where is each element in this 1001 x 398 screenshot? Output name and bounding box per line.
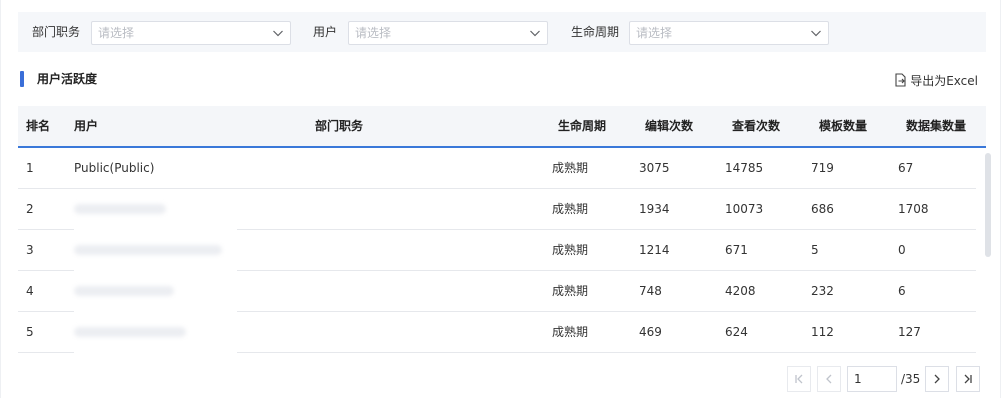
cell-templates: 112 bbox=[811, 325, 834, 339]
cell-rank: 3 bbox=[26, 243, 34, 257]
table-body: 1 Public(Public) 成熟期 3075 14785 719 67 2… bbox=[18, 148, 986, 353]
cell-views: 14785 bbox=[725, 161, 764, 175]
header-lifecycle[interactable]: 生命周期 bbox=[558, 106, 606, 146]
chevron-right-icon bbox=[934, 374, 940, 384]
prev-page-button[interactable] bbox=[817, 366, 841, 392]
table-row[interactable]: 1 Public(Public) 成熟期 3075 14785 719 67 bbox=[18, 148, 976, 189]
header-views[interactable]: 查看次数 bbox=[732, 106, 780, 146]
last-page-button[interactable] bbox=[956, 366, 980, 392]
cell-rank: 2 bbox=[26, 202, 34, 216]
page-total: /35 bbox=[901, 372, 921, 386]
lifecycle-select[interactable]: 请选择 bbox=[629, 21, 829, 45]
table-scrollbar[interactable] bbox=[985, 153, 991, 257]
first-page-icon bbox=[795, 374, 803, 384]
page-number-input[interactable]: 1 bbox=[847, 366, 897, 392]
cell-templates: 719 bbox=[811, 161, 834, 175]
table-header: 排名 用户 部门职务 生命周期 编辑次数 查看次数 模板数量 数据集数量 bbox=[18, 106, 986, 148]
user-select-placeholder: 请选择 bbox=[355, 26, 392, 40]
cell-rank: 5 bbox=[26, 325, 34, 339]
cell-edits: 748 bbox=[639, 284, 662, 298]
cell-templates: 686 bbox=[811, 202, 834, 216]
cell-templates: 232 bbox=[811, 284, 834, 298]
chevron-down-icon bbox=[273, 30, 283, 37]
cell-user-redacted bbox=[74, 312, 237, 353]
dept-select[interactable]: 请选择 bbox=[91, 21, 291, 45]
user-select[interactable]: 请选择 bbox=[348, 21, 548, 45]
chevron-left-icon bbox=[826, 374, 832, 384]
cell-user: Public(Public) bbox=[74, 161, 155, 175]
cell-lifecycle: 成熟期 bbox=[552, 161, 589, 175]
filter-label-lifecycle: 生命周期 bbox=[571, 25, 620, 39]
cell-edits: 3075 bbox=[639, 161, 670, 175]
export-icon bbox=[895, 73, 906, 87]
cell-datasets: 127 bbox=[898, 325, 921, 339]
table-row[interactable]: 5 成熟期 469 624 112 127 bbox=[18, 312, 976, 353]
cell-edits: 1934 bbox=[639, 202, 670, 216]
filter-bar: 部门职务 请选择 用户 请选择 生命周期 请选择 bbox=[18, 12, 986, 52]
dept-select-placeholder: 请选择 bbox=[98, 26, 135, 40]
cell-datasets: 6 bbox=[898, 284, 906, 298]
user-activity-panel: 部门职务 请选择 用户 请选择 生命周期 请选择 用户活跃度 导出为Excel … bbox=[0, 0, 1001, 398]
header-edits[interactable]: 编辑次数 bbox=[645, 106, 693, 146]
activity-table: 排名 用户 部门职务 生命周期 编辑次数 查看次数 模板数量 数据集数量 1 P… bbox=[18, 106, 986, 353]
section-title: 用户活跃度 bbox=[37, 72, 98, 86]
cell-views: 4208 bbox=[725, 284, 756, 298]
chevron-down-icon bbox=[811, 30, 821, 37]
header-user[interactable]: 用户 bbox=[74, 106, 98, 146]
export-excel-button[interactable]: 导出为Excel bbox=[894, 71, 978, 89]
header-dept[interactable]: 部门职务 bbox=[315, 106, 363, 146]
cell-lifecycle: 成熟期 bbox=[552, 325, 589, 339]
cell-edits: 469 bbox=[639, 325, 662, 339]
last-page-icon bbox=[964, 374, 972, 384]
section-accent-bar bbox=[20, 71, 24, 87]
cell-datasets: 1708 bbox=[898, 202, 929, 216]
table-row[interactable]: 2 成熟期 1934 10073 686 1708 bbox=[18, 189, 976, 230]
lifecycle-select-placeholder: 请选择 bbox=[636, 26, 673, 40]
cell-views: 10073 bbox=[725, 202, 764, 216]
cell-edits: 1214 bbox=[639, 243, 670, 257]
export-label: 导出为Excel bbox=[910, 73, 978, 88]
header-datasets[interactable]: 数据集数量 bbox=[906, 106, 966, 146]
cell-datasets: 0 bbox=[898, 243, 906, 257]
cell-rank: 1 bbox=[26, 161, 34, 175]
cell-lifecycle: 成熟期 bbox=[552, 202, 589, 216]
table-row[interactable]: 3 成熟期 1214 671 5 0 bbox=[18, 230, 976, 271]
next-page-button[interactable] bbox=[925, 366, 949, 392]
cell-views: 624 bbox=[725, 325, 748, 339]
cell-user-redacted bbox=[74, 271, 237, 312]
cell-lifecycle: 成熟期 bbox=[552, 243, 589, 257]
cell-rank: 4 bbox=[26, 284, 34, 298]
cell-templates: 5 bbox=[811, 243, 819, 257]
header-templates[interactable]: 模板数量 bbox=[819, 106, 867, 146]
cell-lifecycle: 成熟期 bbox=[552, 284, 589, 298]
chevron-down-icon bbox=[530, 30, 540, 37]
cell-user-redacted bbox=[74, 189, 237, 230]
cell-user-redacted bbox=[74, 230, 237, 271]
first-page-button[interactable] bbox=[787, 366, 811, 392]
cell-datasets: 67 bbox=[898, 161, 914, 175]
filter-label-user: 用户 bbox=[313, 25, 338, 39]
table-row[interactable]: 4 成熟期 748 4208 232 6 bbox=[18, 271, 976, 312]
header-rank[interactable]: 排名 bbox=[26, 106, 50, 146]
cell-views: 671 bbox=[725, 243, 748, 257]
filter-label-dept: 部门职务 bbox=[32, 25, 81, 39]
